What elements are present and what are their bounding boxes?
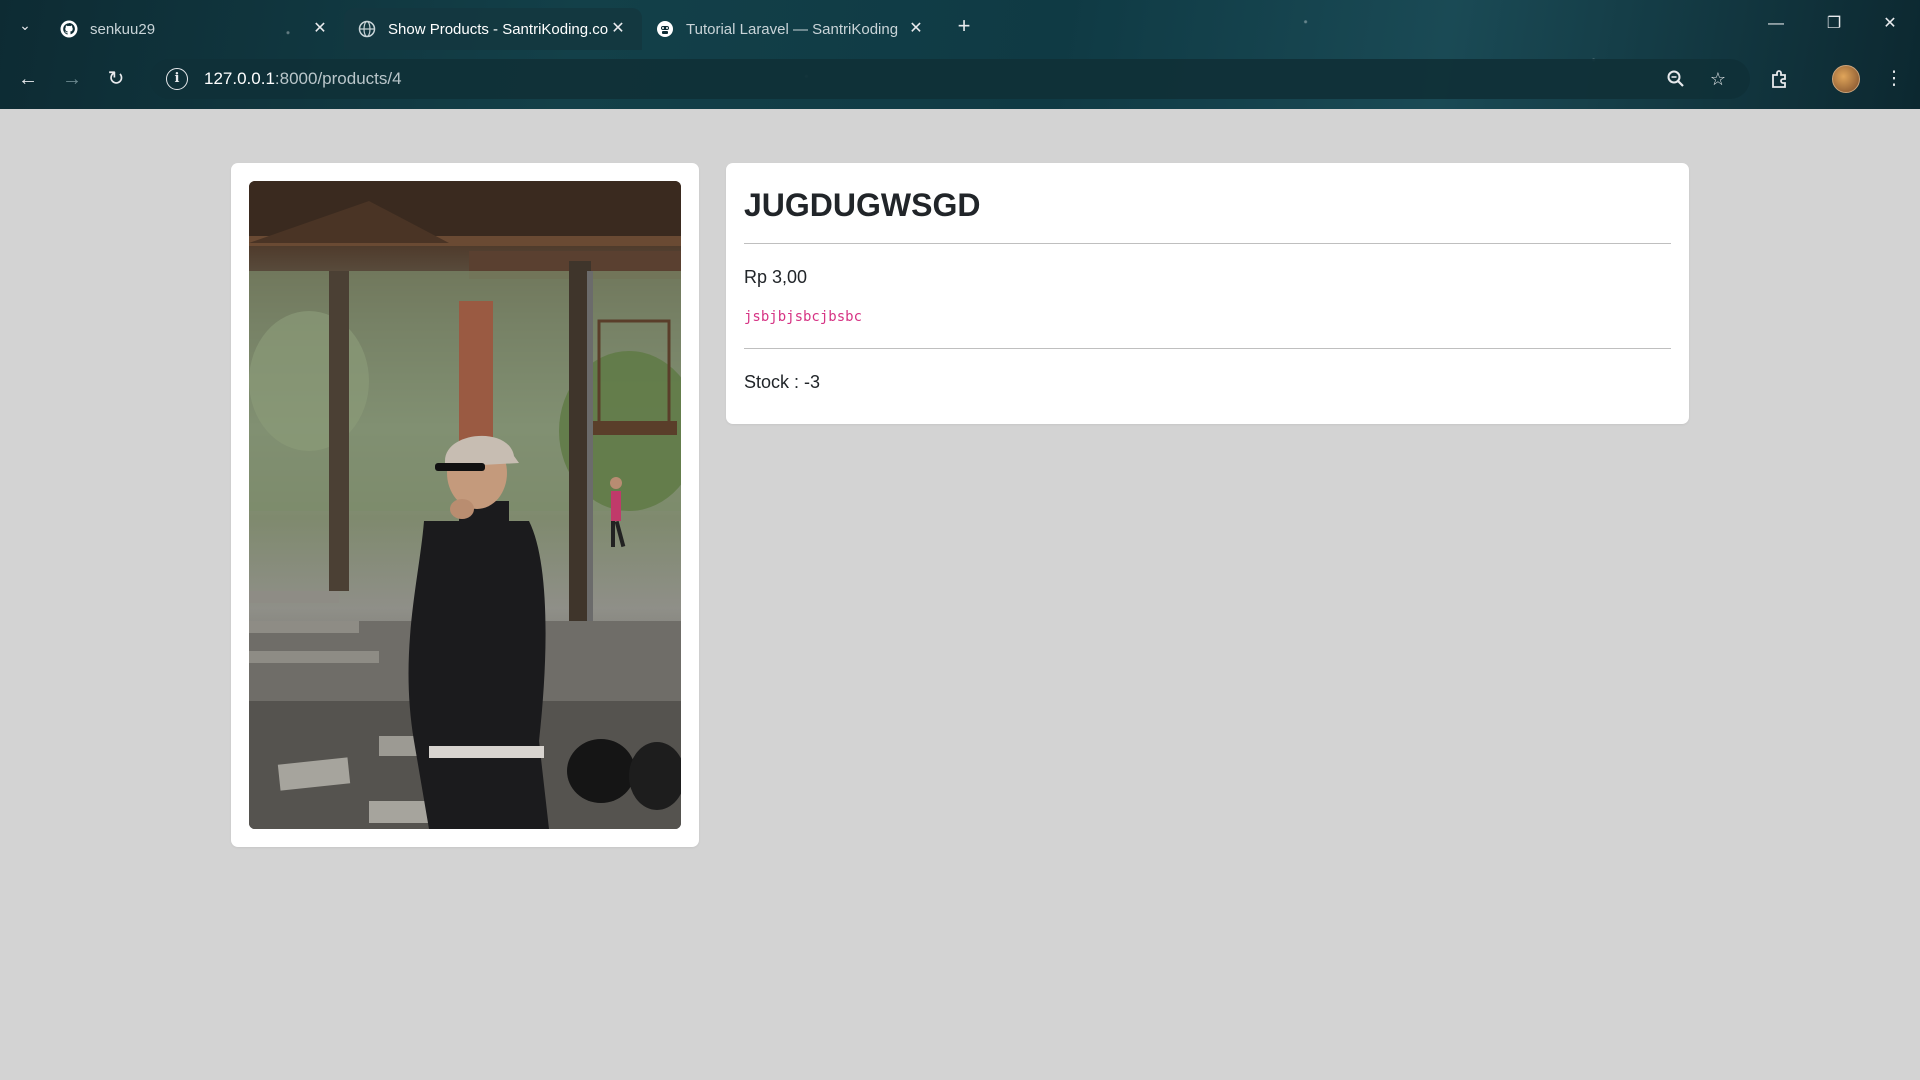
product-stock: Stock : -3	[744, 371, 1671, 393]
github-icon	[60, 20, 78, 38]
more-menu-icon[interactable]: ⋮	[1878, 63, 1910, 95]
tab-title: Tutorial Laravel — SantriKoding	[686, 20, 899, 38]
tab-search-chevron-icon[interactable]: ⌄	[12, 12, 38, 38]
address-bar[interactable]: i 127.0.0.1:8000/products/4 ☆	[150, 59, 1750, 99]
browser-chrome: ⌄ senkuu29 ✕ Show Products - SantriKodin…	[0, 0, 1920, 109]
close-tab-icon[interactable]: ✕	[906, 19, 926, 39]
close-window-icon[interactable]: ✕	[1870, 8, 1910, 40]
tab-title: Show Products - SantriKoding.com	[388, 20, 608, 38]
forward-arrow-icon[interactable]: →	[56, 63, 88, 95]
close-tab-icon[interactable]: ✕	[608, 19, 628, 39]
tab-title: senkuu29	[90, 20, 156, 38]
close-tab-icon[interactable]: ✕	[310, 19, 330, 39]
product-photo-illustration	[249, 181, 681, 829]
reload-icon[interactable]: ↻	[100, 63, 132, 95]
product-image-card	[231, 163, 699, 847]
restore-icon[interactable]: ❐	[1814, 8, 1854, 40]
santrikoding-icon	[656, 20, 674, 38]
url-path: :8000/products/4	[274, 69, 402, 88]
new-tab-plus-icon[interactable]: +	[950, 12, 978, 40]
globe-icon	[358, 20, 376, 38]
divider	[744, 243, 1671, 244]
tab-strip: ⌄ senkuu29 ✕ Show Products - SantriKodin…	[0, 0, 1920, 50]
bookmark-star-icon[interactable]: ☆	[1704, 65, 1732, 93]
product-price: Rp 3,00	[744, 267, 808, 287]
tab-tutorial-laravel[interactable]: Tutorial Laravel — SantriKoding ✕	[642, 8, 940, 50]
page-content: JUGDUGWSGD Rp 3,00 jsbjbjsbcjbsbc Stock …	[0, 109, 1920, 1077]
extensions-puzzle-icon[interactable]	[1764, 63, 1796, 95]
product-info-card: JUGDUGWSGD Rp 3,00 jsbjbjsbcjbsbc Stock …	[726, 163, 1689, 424]
product-name: JUGDUGWSGD	[744, 187, 981, 223]
back-arrow-icon[interactable]: ←	[12, 63, 44, 95]
url-host: 127.0.0.1	[204, 69, 275, 88]
tab-senkuu29[interactable]: senkuu29 ✕	[46, 8, 344, 50]
zoom-magnifier-icon[interactable]	[1662, 65, 1690, 93]
url-text[interactable]: 127.0.0.1:8000/products/4	[204, 69, 402, 89]
product-description: jsbjbjsbcjbsbc	[744, 309, 863, 325]
profile-avatar[interactable]	[1832, 65, 1860, 93]
site-info-icon[interactable]: i	[166, 68, 188, 90]
product-photo	[249, 181, 681, 829]
tab-show-products[interactable]: Show Products - SantriKoding.com ✕	[344, 8, 642, 50]
browser-toolbar: ← → ↻ i 127.0.0.1:8000/products/4 ☆ ⋮	[0, 55, 1920, 103]
minimize-icon[interactable]: —	[1756, 8, 1796, 40]
stock-label: Stock :	[744, 372, 805, 392]
stock-value: -3	[804, 372, 821, 392]
divider	[744, 348, 1671, 349]
